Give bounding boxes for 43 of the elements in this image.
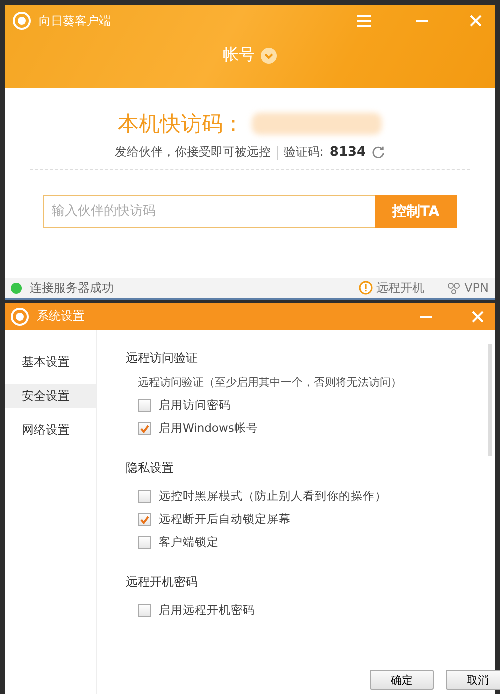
warning-icon: [358, 281, 373, 295]
close-icon: [471, 310, 485, 324]
sunflower-logo-icon: [11, 308, 29, 326]
checkbox[interactable]: [138, 490, 151, 503]
scrollbar[interactable]: [488, 344, 492, 456]
menu-icon: [357, 15, 371, 27]
sidebar-item[interactable]: 基本设置: [5, 350, 96, 374]
section-title: 隐私设置: [126, 460, 175, 477]
refresh-icon[interactable]: [372, 146, 386, 159]
verify-code: 8134: [330, 145, 366, 160]
settings-title: 系统设置: [37, 308, 86, 325]
minimize-icon: [420, 316, 432, 318]
network-icon: [446, 281, 461, 295]
section-note: 远程访问验证（至少启用其中一个，否则将无法访问）: [138, 375, 403, 390]
sunflower-logo-icon: [13, 12, 31, 30]
dialog-button[interactable]: 取消: [446, 670, 500, 690]
checkbox-label: 客户端锁定: [159, 535, 219, 550]
sidebar-item[interactable]: 网络设置: [5, 418, 96, 442]
close-icon: [469, 14, 483, 28]
chevron-down-icon: [261, 48, 277, 64]
checkbox-label: 启用访问密码: [159, 398, 231, 413]
checkbox-label: 启用远程开机密码: [159, 603, 255, 618]
checkbox-label: 远程断开后自动锁定屏幕: [159, 512, 291, 527]
sidebar-item[interactable]: 安全设置: [5, 384, 96, 408]
checkbox[interactable]: [138, 422, 151, 435]
section-title: 远程访问验证: [126, 350, 199, 367]
minimize-icon: [416, 20, 428, 22]
checkbox-label: 启用Windows帐号: [159, 421, 258, 436]
checkbox[interactable]: [138, 604, 151, 617]
checkbox[interactable]: [138, 399, 151, 412]
section-title: 远程开机密码: [126, 574, 199, 591]
status-link[interactable]: VPN: [446, 281, 489, 295]
checkbox-label: 远控时黑屏模式（防止别人看到你的操作）: [159, 489, 387, 504]
checkbox[interactable]: [138, 536, 151, 549]
partner-code-field[interactable]: 输入伙伴的快访码: [43, 195, 375, 228]
window-title: 向日葵客户端: [39, 12, 112, 30]
dialog-button[interactable]: 确定: [370, 670, 434, 690]
hint-text: 发给伙伴，你接受即可被远控: [114, 144, 271, 161]
quick-code-label: 本机快访码：: [118, 111, 244, 138]
connection-status: 连接服务器成功: [30, 280, 115, 296]
checkbox[interactable]: [138, 513, 151, 526]
verify-label: 验证码:: [284, 144, 324, 161]
status-link[interactable]: 远程开机: [358, 280, 425, 296]
